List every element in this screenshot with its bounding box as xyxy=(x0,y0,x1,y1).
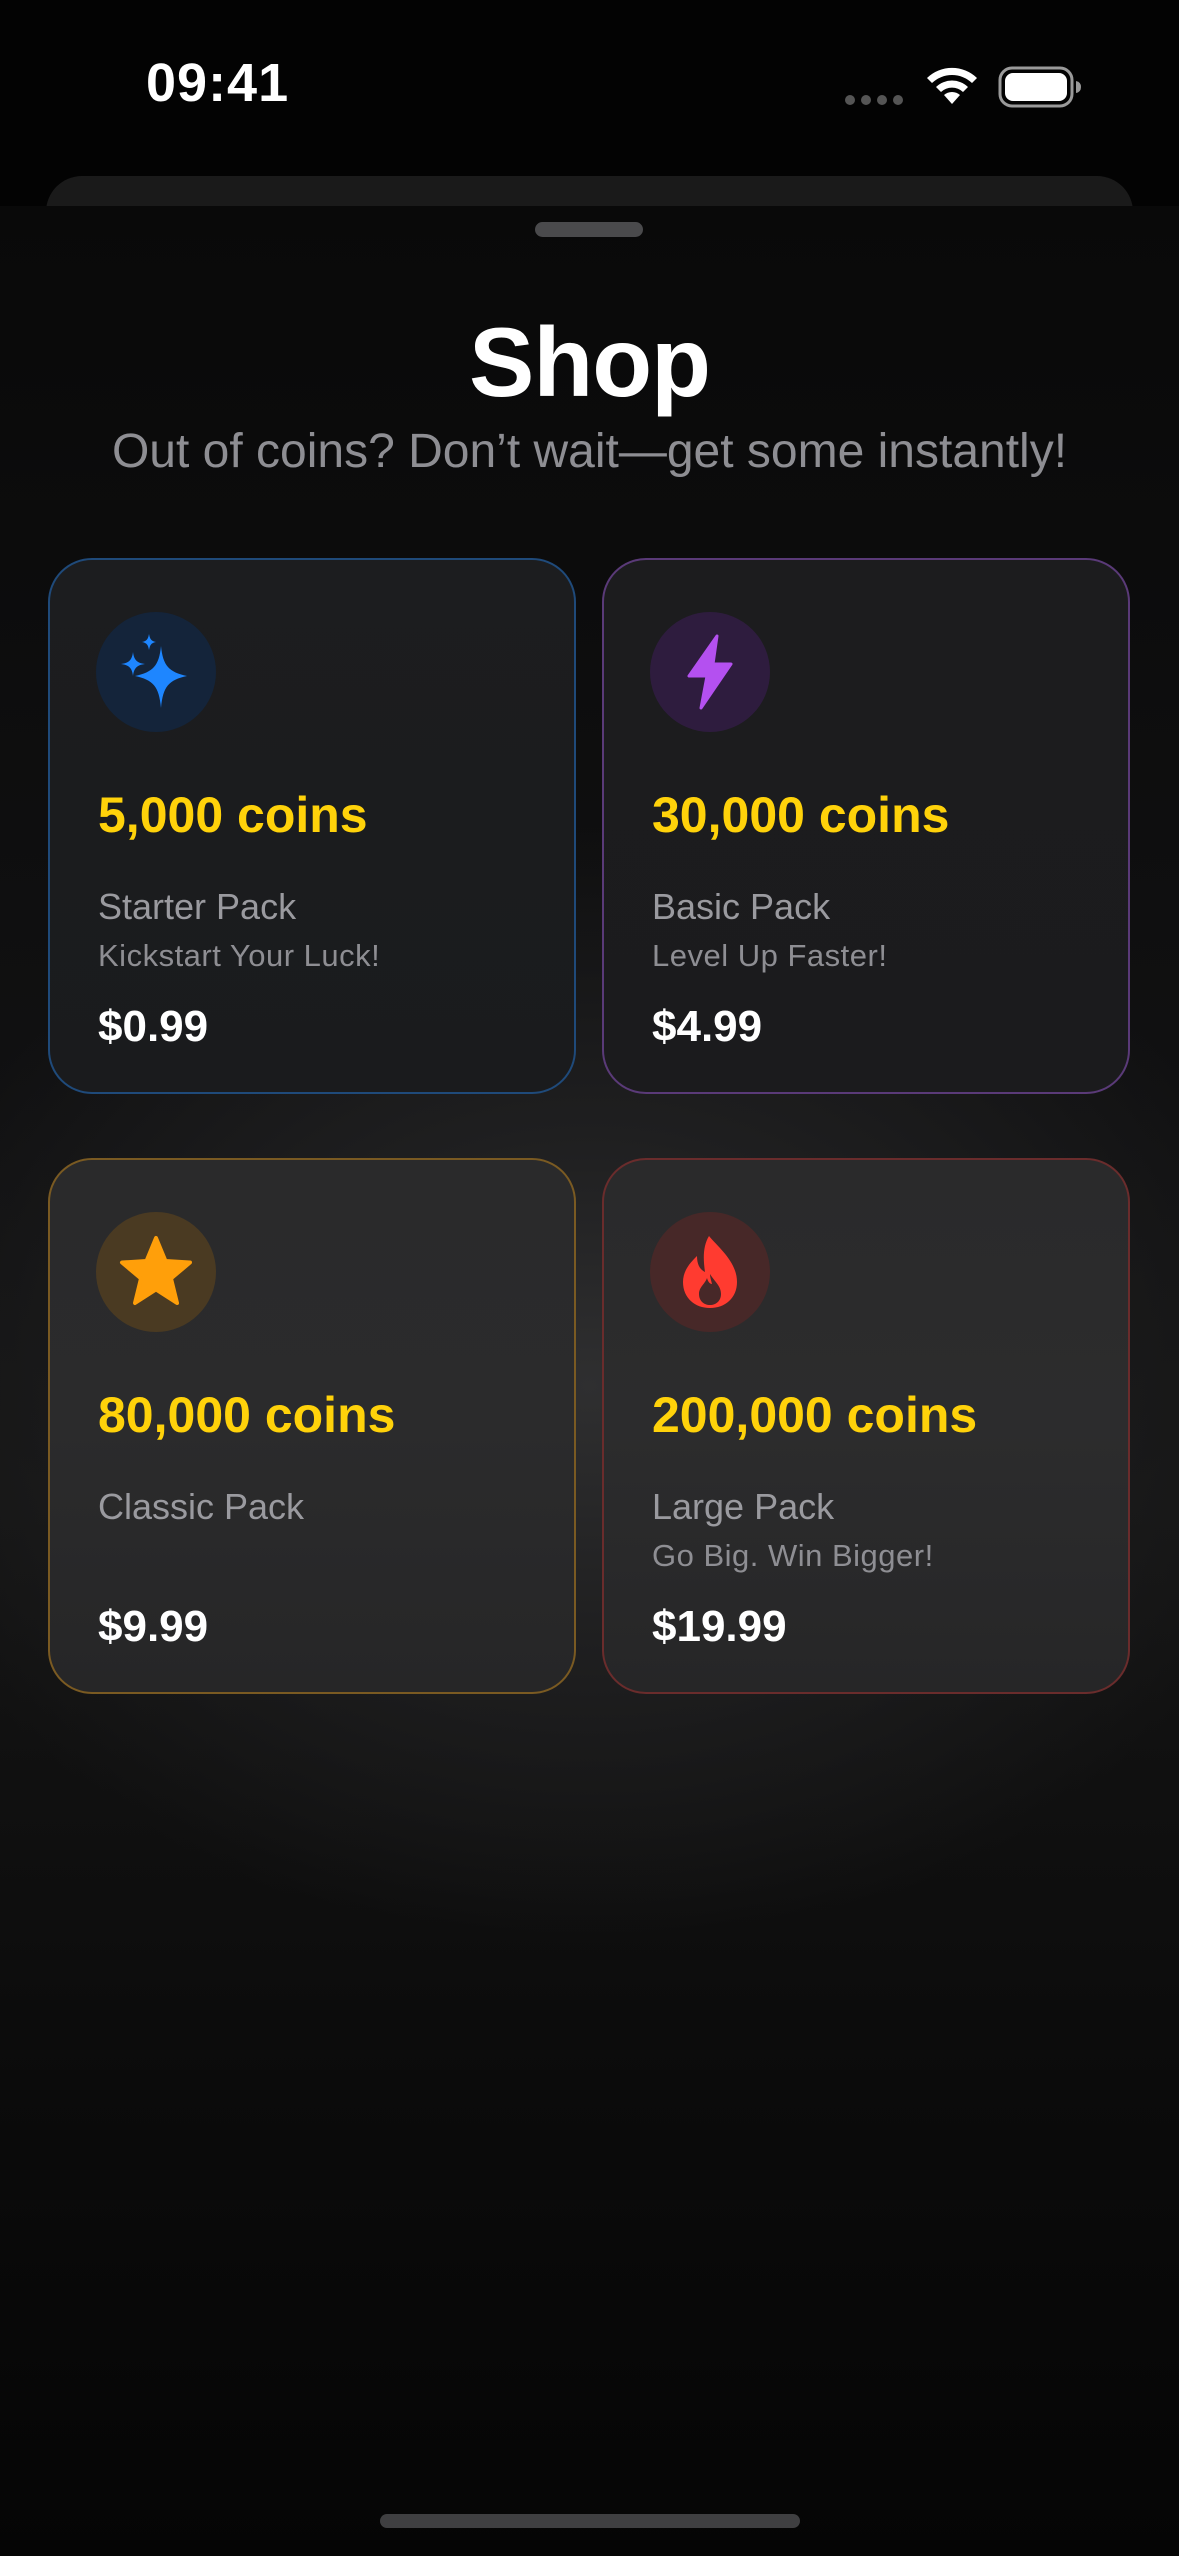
sparkles-icon xyxy=(121,634,187,708)
pack-card-large[interactable]: 200,000 coins Large Pack Go Big. Win Big… xyxy=(602,1158,1130,1694)
battery-icon xyxy=(998,66,1081,108)
page-title: Shop xyxy=(469,307,711,417)
pack-name: Starter Pack xyxy=(98,886,297,927)
pack-name: Classic Pack xyxy=(98,1486,305,1527)
lightning-bolt-icon xyxy=(687,634,733,710)
pack-tagline: Level Up Faster! xyxy=(652,938,888,973)
wifi-icon xyxy=(927,67,977,104)
signal-dots-icon xyxy=(845,95,903,105)
sheet-grabber[interactable] xyxy=(535,222,643,237)
coins-amount: 30,000 coins xyxy=(652,787,950,843)
coins-amount: 5,000 coins xyxy=(98,787,368,843)
pack-icon-container xyxy=(96,612,216,732)
pack-price: $4.99 xyxy=(652,1002,763,1051)
status-bar: 09:41 xyxy=(0,0,1179,170)
pack-name: Large Pack xyxy=(652,1486,835,1527)
pack-card-basic[interactable]: 30,000 coins Basic Pack Level Up Faster!… xyxy=(602,558,1130,1094)
star-icon xyxy=(120,1236,192,1305)
pack-price: $19.99 xyxy=(652,1602,787,1651)
pack-tagline: Go Big. Win Bigger! xyxy=(652,1538,934,1573)
pack-tagline: Kickstart Your Luck! xyxy=(98,938,381,973)
shop-sheet: Shop Out of coins? Don’t wait—get some i… xyxy=(0,206,1179,2556)
pack-icon-container xyxy=(650,1212,770,1332)
home-indicator[interactable] xyxy=(380,2514,800,2528)
coins-amount: 80,000 coins xyxy=(98,1387,396,1443)
pack-card-starter[interactable]: 5,000 coins Starter Pack Kickstart Your … xyxy=(48,558,576,1094)
coins-amount: 200,000 coins xyxy=(652,1387,978,1443)
status-time: 09:41 xyxy=(146,53,290,113)
pack-price: $0.99 xyxy=(98,1002,209,1051)
flame-icon xyxy=(683,1236,737,1308)
pack-icon-container xyxy=(650,612,770,732)
pack-card-classic[interactable]: 80,000 coins Classic Pack $9.99 xyxy=(48,1158,576,1694)
pack-name: Basic Pack xyxy=(652,886,831,927)
pack-icon-container xyxy=(96,1212,216,1332)
page-subtitle: Out of coins? Don’t wait—get some instan… xyxy=(111,425,1068,478)
pack-price: $9.99 xyxy=(98,1602,209,1651)
